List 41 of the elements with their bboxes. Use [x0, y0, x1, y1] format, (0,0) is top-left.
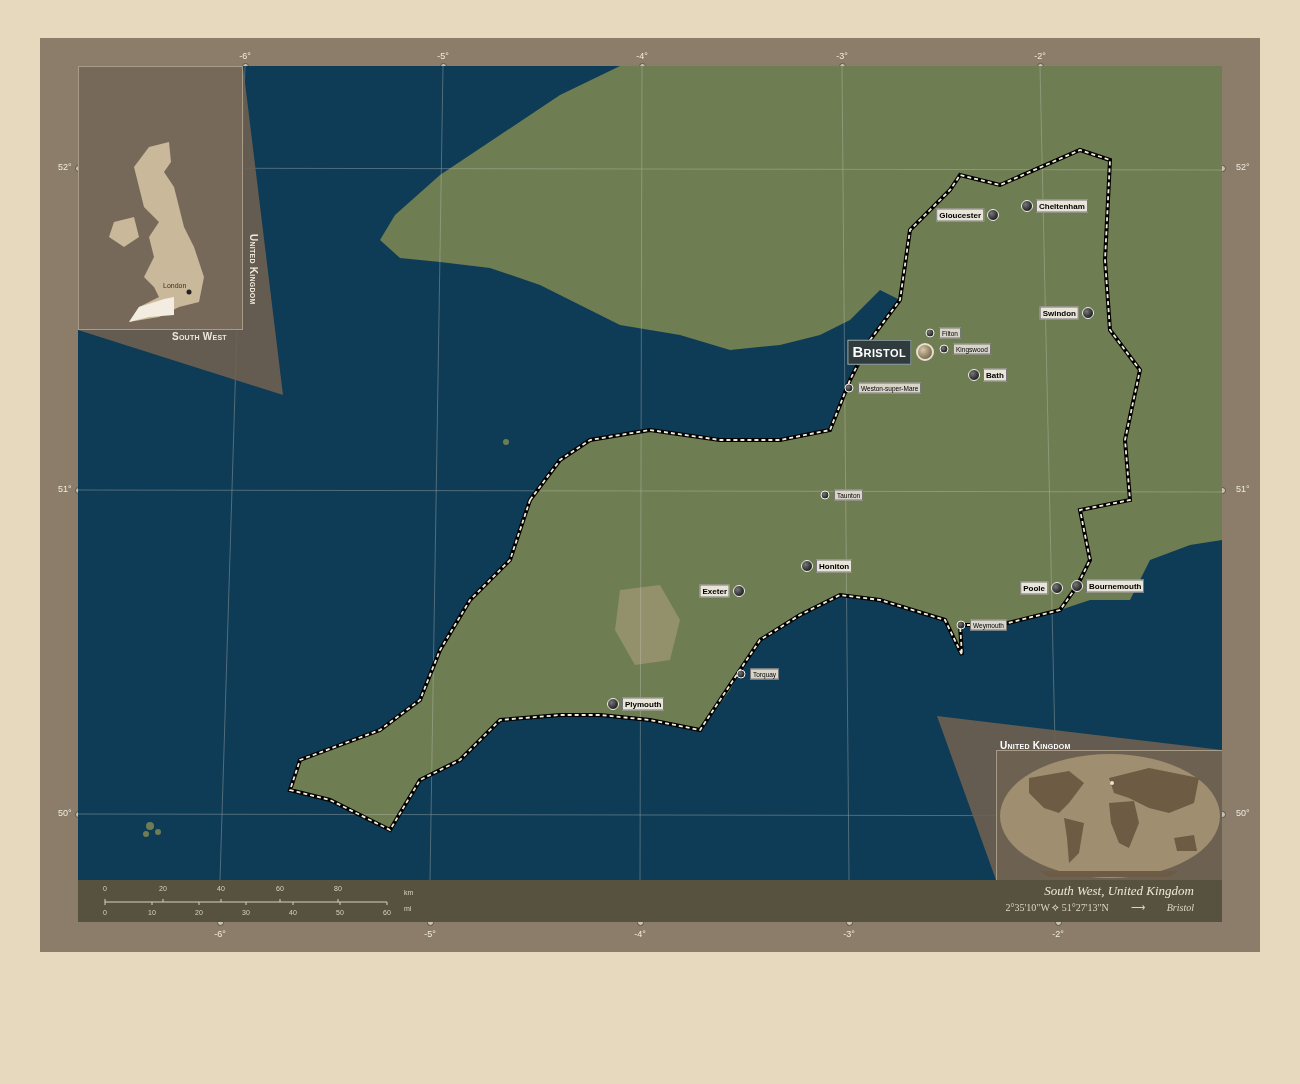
longitude-label: -2°: [1052, 928, 1064, 941]
scilly-islands-drawing: [143, 822, 161, 837]
city-marker-icon: [844, 383, 854, 393]
longitude-label: -6°: [214, 928, 226, 941]
city-marker-icon: [820, 490, 830, 500]
city-label: Honiton: [816, 559, 853, 573]
city-label: Bath: [983, 368, 1007, 382]
inset-country-title: United Kingdom: [247, 234, 260, 305]
map-caption-title: South West, United Kingdom: [1044, 882, 1194, 900]
longitude-label: -3°: [836, 50, 848, 63]
longitude-label: -2°: [1034, 50, 1046, 63]
arrow-text: ⟶: [1129, 901, 1146, 915]
city-marker-icon: [956, 620, 966, 630]
city-label: Exeter: [699, 584, 730, 598]
longitude-label: -5°: [437, 50, 449, 63]
longitude-label: -3°: [843, 928, 855, 941]
latitude-label: 51°: [1236, 483, 1250, 497]
longitude-label: -4°: [636, 50, 648, 63]
city-marker-icon: [925, 328, 935, 338]
city-label: Plymouth: [622, 697, 665, 711]
latitude-label: 52°: [1236, 161, 1250, 175]
island: [503, 439, 509, 445]
latitude-label: 52°: [58, 161, 72, 175]
city-label: Bristol: [847, 339, 911, 365]
city-label: Cheltenham: [1036, 199, 1088, 213]
coordinates-text: 2°35'10"W ⟡ 51°27'13"N: [1005, 901, 1109, 915]
longitude-label: -4°: [634, 928, 646, 941]
latitude-label: 50°: [58, 807, 72, 821]
latitude-label: 50°: [1236, 807, 1250, 821]
longitude-label: -6°: [239, 50, 251, 63]
city-label: Poole: [1020, 581, 1048, 595]
city-label: Swindon: [1039, 306, 1079, 320]
region-label: South West: [172, 330, 227, 344]
city-marker-icon: [939, 344, 949, 354]
latitude-label: 51°: [58, 483, 72, 497]
city-marker-icon: [736, 669, 746, 679]
longitude-label: -5°: [424, 928, 436, 941]
city-label: Gloucester: [936, 208, 984, 222]
inset-country-title: United Kingdom: [1000, 739, 1071, 753]
capital-name: Bristol: [1166, 901, 1194, 915]
city-label: Bournemouth: [1086, 579, 1145, 593]
